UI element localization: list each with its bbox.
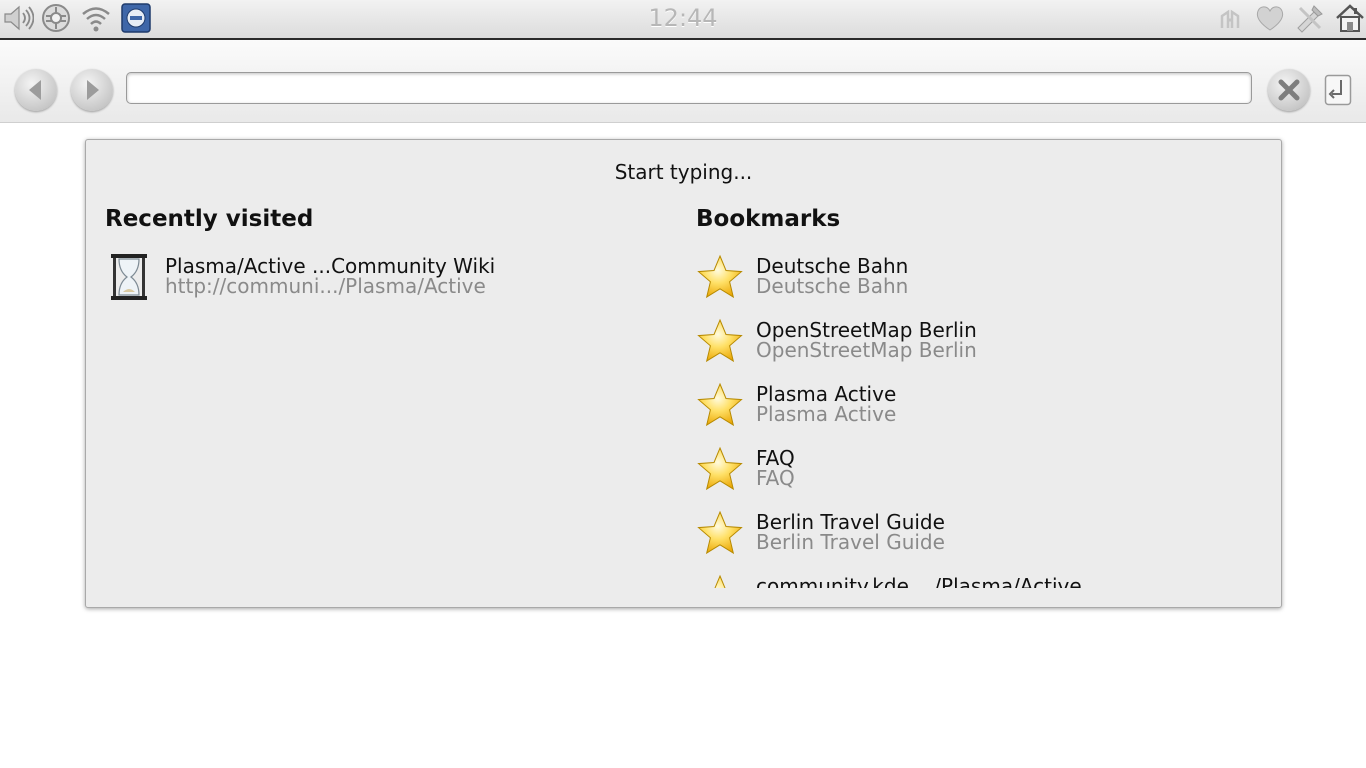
arrow-right-icon: [87, 80, 99, 100]
bookmark-item[interactable]: FAQ FAQ: [696, 444, 1256, 500]
bookmark-subtitle: Deutsche Bahn: [756, 274, 909, 298]
start-typing-hint: Start typing...: [614, 160, 753, 184]
bookmark-item[interactable]: OpenStreetMap Berlin OpenStreetMap Berli…: [696, 316, 1256, 372]
favorite-heart-icon[interactable]: [1254, 2, 1286, 34]
bookmark-subtitle: Berlin Travel Guide: [756, 530, 945, 554]
forward-button[interactable]: [71, 69, 113, 111]
arrow-left-icon: [29, 80, 41, 100]
star-icon: [696, 252, 744, 302]
recently-visited-heading: Recently visited: [105, 206, 314, 232]
bookmark-item[interactable]: Berlin Travel Guide Berlin Travel Guide: [696, 508, 1256, 564]
tools-icon[interactable]: [1294, 2, 1326, 34]
star-icon: [696, 572, 744, 588]
url-input[interactable]: [126, 72, 1252, 104]
back-button[interactable]: [15, 69, 57, 111]
home-icon[interactable]: [1334, 2, 1366, 34]
close-icon: [1278, 79, 1300, 101]
bookmark-subtitle: FAQ: [756, 466, 795, 490]
star-icon: [696, 508, 744, 558]
clock: 12:44: [648, 4, 718, 32]
bookmarks-heading: Bookmarks: [696, 206, 841, 232]
url-suggestions-panel: Start typing... Recently visited Bookmar…: [85, 139, 1282, 608]
bookmark-item[interactable]: Plasma Active Plasma Active: [696, 380, 1256, 436]
connect-icon[interactable]: [1214, 2, 1246, 34]
bookmarks-list: Deutsche Bahn Deutsche Bahn OpenStreetMa…: [696, 252, 1256, 588]
recent-item[interactable]: Plasma/Active ...Community Wiki http://c…: [105, 252, 665, 308]
star-icon: [696, 444, 744, 494]
recent-item-url: http://communi.../Plasma/Active: [165, 274, 486, 298]
bookmark-title: community.kde..../Plasma/Active: [756, 574, 1082, 588]
bookmark-subtitle: OpenStreetMap Berlin: [756, 338, 977, 362]
enter-icon[interactable]: [1324, 74, 1352, 106]
bookmark-subtitle: Plasma Active: [756, 402, 897, 426]
hourglass-icon: [111, 254, 147, 300]
bookmark-item[interactable]: Deutsche Bahn Deutsche Bahn: [696, 252, 1256, 308]
star-icon: [696, 380, 744, 430]
star-icon: [696, 316, 744, 366]
clear-button[interactable]: [1268, 69, 1310, 111]
status-bar: 12:44: [0, 0, 1366, 40]
browser-toolbar: [0, 40, 1366, 123]
bookmark-item[interactable]: community.kde..../Plasma/Active: [696, 572, 1256, 588]
